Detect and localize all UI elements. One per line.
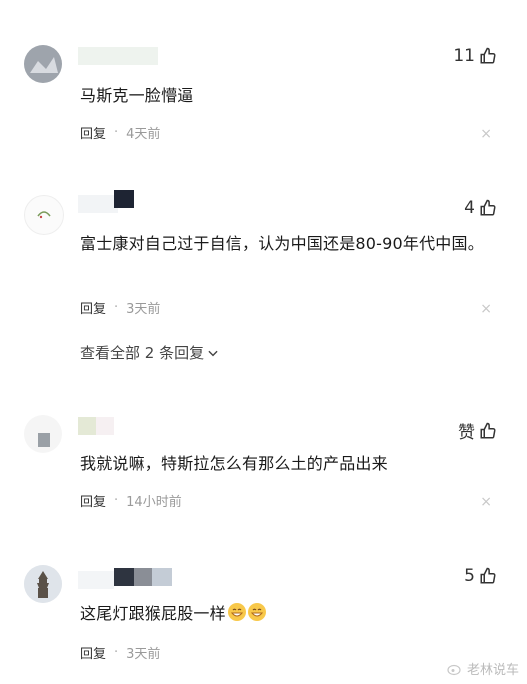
username-blurred <box>78 417 96 435</box>
avatar[interactable] <box>24 45 62 83</box>
close-icon[interactable]: × <box>480 301 492 317</box>
thumbs-up-icon <box>480 567 496 584</box>
avatar[interactable] <box>24 565 62 603</box>
comment-time: 14小时前 <box>126 495 182 510</box>
view-all-replies-link[interactable]: 查看全部 2 条回复 <box>80 342 220 363</box>
comment-text: 这尾灯跟猴屁股一样 <box>80 600 490 627</box>
meta-separator: · <box>114 645 119 660</box>
username-blurred <box>96 417 114 435</box>
watermark-text: 老林说车 <box>466 663 519 678</box>
grinning-face-icon <box>227 603 246 621</box>
comment-meta: 回复 · 3天前 <box>80 643 160 662</box>
meta-separator: · <box>114 125 119 140</box>
comment-text: 马斯克一脸懵逼 <box>80 86 194 105</box>
avatar[interactable] <box>24 415 62 453</box>
thumbs-up-icon <box>480 422 496 438</box>
like-button[interactable]: 赞 <box>458 418 497 443</box>
username-blurred <box>78 47 158 65</box>
grinning-face-icon <box>247 603 266 621</box>
comment-meta: 回复 · 14小时前 <box>80 491 182 510</box>
username-blurred <box>152 568 172 586</box>
like-count: 赞 <box>458 423 475 443</box>
username-blurred <box>78 571 114 589</box>
username-blurred <box>114 190 134 208</box>
like-count: 5 <box>464 566 475 586</box>
watermark: 老林说车 <box>447 659 519 678</box>
comment-meta: 回复 · 3天前 <box>80 298 160 317</box>
view-all-replies-label: 查看全部 2 条回复 <box>80 344 205 362</box>
comment-text: 富士康对自己过于自信，认为中国还是80-90年代中国。 <box>80 234 484 253</box>
username-blurred <box>114 568 134 586</box>
comment-text: 我就说嘛，特斯拉怎么有那么土的产品出来 <box>80 454 388 473</box>
close-icon[interactable]: × <box>480 126 492 142</box>
reply-button[interactable]: 回复 <box>80 491 106 510</box>
comment-time: 4天前 <box>126 127 161 142</box>
reply-button[interactable]: 回复 <box>80 298 106 317</box>
chevron-down-icon <box>208 350 218 356</box>
comment-text-content: 这尾灯跟猴屁股一样 <box>80 604 226 623</box>
like-button[interactable]: 11 <box>453 46 497 66</box>
comment-meta: 回复 · 4天前 <box>80 123 160 142</box>
like-button[interactable]: 5 <box>464 566 497 586</box>
weibo-icon <box>447 664 461 675</box>
meta-separator: · <box>114 493 119 508</box>
avatar[interactable] <box>24 195 64 235</box>
like-count: 4 <box>464 198 475 218</box>
thumbs-up-icon <box>480 47 496 64</box>
reply-button[interactable]: 回复 <box>80 643 106 662</box>
username-blurred <box>134 568 152 586</box>
comment-time: 3天前 <box>126 647 161 662</box>
close-icon[interactable]: × <box>480 494 492 510</box>
comment-time: 3天前 <box>126 302 161 317</box>
reply-button[interactable]: 回复 <box>80 123 106 142</box>
meta-separator: · <box>114 300 119 315</box>
like-count: 11 <box>453 46 475 66</box>
username-blurred <box>78 195 118 213</box>
like-button[interactable]: 4 <box>464 198 497 218</box>
thumbs-up-icon <box>480 199 496 216</box>
